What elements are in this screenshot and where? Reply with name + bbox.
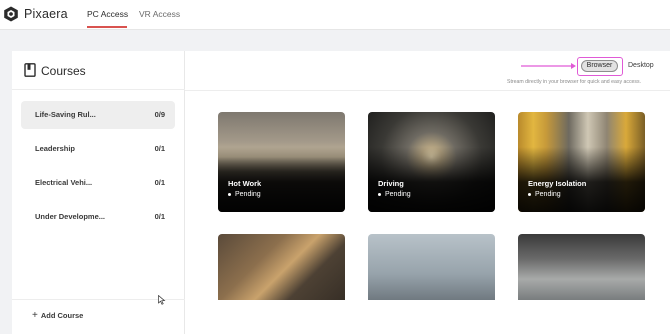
card-title: Driving xyxy=(378,179,404,188)
course-card-driving[interactable]: Driving Pending xyxy=(368,112,495,212)
card-status-label: Pending xyxy=(535,191,561,198)
courses-sidebar: Courses Life-Saving Rul... 0/9 Leadershi… xyxy=(12,51,185,334)
card-title: Energy Isolation xyxy=(528,179,587,188)
add-course-button[interactable]: + Add Course xyxy=(32,310,83,321)
course-progress-count: 0/9 xyxy=(154,110,165,119)
course-item-electrical-vehicles[interactable]: Electrical Vehi... 0/1 xyxy=(21,169,175,197)
card-status-label: Pending xyxy=(385,191,411,198)
status-dot-icon xyxy=(228,192,231,196)
course-item-under-development[interactable]: Under Developme... 0/1 xyxy=(21,203,175,231)
active-tab-indicator xyxy=(87,26,127,28)
card-status-label: Pending xyxy=(235,191,261,198)
course-name: Leadership xyxy=(35,144,76,153)
course-name: Electrical Vehi... xyxy=(35,178,93,187)
courses-title: Courses xyxy=(41,64,86,78)
course-name: Under Developme... xyxy=(35,212,106,221)
course-card-hot-work[interactable]: Hot Work Pending xyxy=(218,112,345,212)
divider xyxy=(185,90,670,91)
tab-vr-access[interactable]: VR Access xyxy=(139,9,180,19)
desktop-mode-button[interactable]: Desktop xyxy=(628,62,654,69)
plus-icon: + xyxy=(32,310,38,321)
course-progress-count: 0/1 xyxy=(154,212,165,221)
panel-bottom-mask xyxy=(185,300,670,334)
arrow-right-icon xyxy=(521,63,576,69)
course-card-energy-isolation[interactable]: Energy Isolation Pending xyxy=(518,112,645,212)
status-dot-icon xyxy=(378,192,381,196)
book-icon xyxy=(24,63,36,77)
tab-pc-access[interactable]: PC Access xyxy=(87,9,128,19)
card-status: Pending xyxy=(228,191,261,198)
course-progress-count: 0/1 xyxy=(154,144,165,153)
mouse-cursor-icon xyxy=(158,295,166,305)
course-item-life-saving-rules[interactable]: Life-Saving Rul... 0/9 xyxy=(21,101,175,129)
top-bar: Pixaera PC Access VR Access xyxy=(0,0,670,30)
pixaera-logo-icon xyxy=(4,6,18,22)
browser-mode-button[interactable]: Browser xyxy=(577,57,623,76)
card-status: Pending xyxy=(378,191,411,198)
stream-mode-description: Stream directly in your browser for quic… xyxy=(507,79,642,85)
card-status: Pending xyxy=(528,191,561,198)
divider xyxy=(12,89,185,90)
add-course-label: Add Course xyxy=(40,311,84,320)
course-name: Life-Saving Rul... xyxy=(35,110,96,119)
status-dot-icon xyxy=(528,192,531,196)
browser-mode-label: Browser xyxy=(581,60,618,72)
card-title: Hot Work xyxy=(228,179,262,188)
brand-name: Pixaera xyxy=(24,7,68,21)
course-item-leadership[interactable]: Leadership 0/1 xyxy=(21,135,175,163)
course-progress-count: 0/1 xyxy=(154,178,165,187)
